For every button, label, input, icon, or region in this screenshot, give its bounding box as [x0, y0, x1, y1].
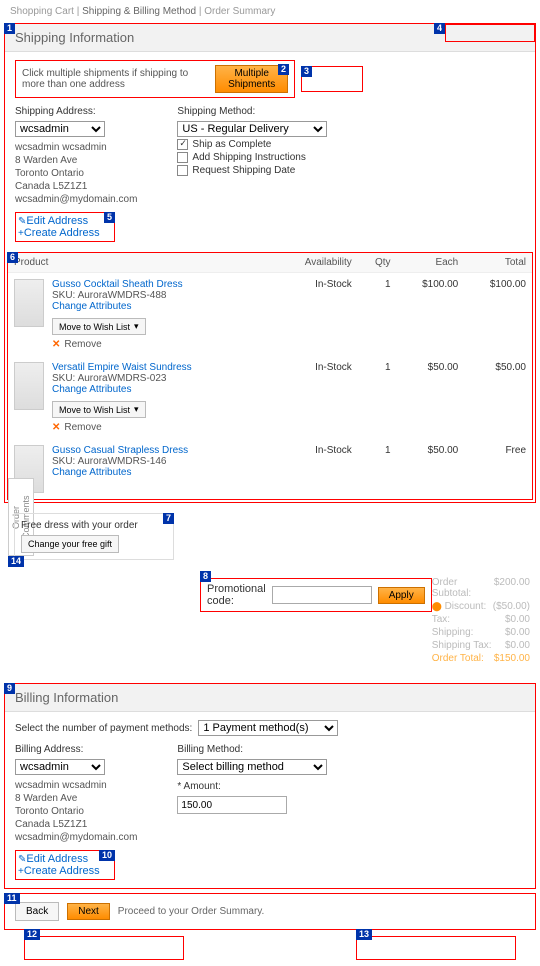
move-wishlist-button[interactable]: Move to Wish List▾ [52, 318, 146, 335]
shipping-address-text: wcsadmin wcsadmin 8 Warden Ave Toronto O… [15, 141, 137, 206]
crumb-shipping[interactable]: Shipping & Billing Method [82, 6, 196, 17]
shipping-method-select[interactable]: US - Regular Delivery [177, 121, 327, 137]
marker-12: 12 [24, 929, 40, 940]
product-list: 6 Product Availability Qty Each Total Gu… [7, 252, 533, 500]
empty-box-13: 13 [356, 936, 516, 960]
marker-4: 4 [434, 23, 445, 34]
product-thumb [14, 362, 44, 410]
remove-icon: ✕ [52, 339, 60, 350]
ship-address-links: 5 ✎ Edit Address + Create Address [15, 212, 115, 242]
empty-box-12: 12 [24, 936, 184, 960]
shipping-method-col: Shipping Method: US - Regular Delivery S… [177, 106, 327, 206]
marker-8: 8 [200, 571, 211, 582]
marker-14: 14 [8, 556, 24, 567]
remove-link[interactable]: ✕Remove [52, 422, 192, 433]
apply-promo-button[interactable]: Apply [378, 587, 425, 604]
shipping-section: 1 Shipping Information 4 Click multiple … [4, 23, 536, 503]
discount-icon: ⬤ [432, 601, 442, 611]
create-billing-address-link[interactable]: Create Address [24, 865, 100, 877]
change-attributes-link[interactable]: Change Attributes [52, 467, 132, 478]
billing-method-col: Billing Method: Select billing method * … [177, 744, 327, 844]
next-button[interactable]: Next [67, 903, 110, 920]
table-row: Gusso Cocktail Sheath Dress SKU: AuroraW… [8, 273, 532, 357]
marker-11: 11 [4, 893, 20, 904]
billing-title: Billing Information [5, 684, 535, 712]
shipping-address-select[interactable]: wcsadmin [15, 121, 105, 137]
marker-5: 5 [104, 212, 115, 223]
proceed-text: Proceed to your Order Summary. [118, 906, 265, 917]
move-wishlist-button[interactable]: Move to Wish List▾ [52, 401, 146, 418]
shipping-title: Shipping Information 4 [5, 24, 535, 52]
multi-ship-hint: Click multiple shipments if shipping to … [15, 60, 295, 98]
billing-address-text: wcsadmin wcsadmin 8 Warden Ave Toronto O… [15, 779, 137, 844]
marker-9: 9 [4, 683, 15, 694]
edit-billing-address-link[interactable]: Edit Address [26, 853, 88, 865]
edit-address-link[interactable]: Edit Address [26, 215, 88, 227]
nav-row: 11 Back Next Proceed to your Order Summa… [4, 893, 536, 930]
promo-code-input[interactable] [272, 586, 372, 604]
change-free-gift-button[interactable]: Change your free gift [21, 535, 119, 553]
ship-complete-checkbox[interactable] [177, 139, 188, 150]
billing-section: 9 Billing Information Select the number … [4, 683, 536, 889]
empty-box-3: 3 [301, 66, 363, 92]
change-attributes-link[interactable]: Change Attributes [52, 301, 132, 312]
add-instructions-checkbox[interactable] [177, 152, 188, 163]
request-date-checkbox[interactable] [177, 165, 188, 176]
marker-1: 1 [4, 23, 15, 34]
breadcrumb: Shopping Cart | Shipping & Billing Metho… [0, 0, 540, 23]
marker-2: 2 [278, 64, 289, 75]
billing-address-col: Billing Address: wcsadmin wcsadmin wcsad… [15, 744, 137, 844]
chevron-down-icon: ▾ [134, 404, 139, 415]
marker-3: 3 [301, 66, 312, 77]
marker-10: 10 [99, 850, 115, 861]
product-thumb [14, 279, 44, 327]
crumb-cart[interactable]: Shopping Cart [10, 6, 74, 17]
create-address-link[interactable]: Create Address [24, 227, 100, 239]
product-name-link[interactable]: Versatil Empire Waist Sundress [52, 362, 192, 373]
product-name-link[interactable]: Gusso Casual Strapless Dress [52, 445, 188, 456]
payment-count-select[interactable]: 1 Payment method(s) [198, 720, 338, 736]
free-gift-box: 7 Free dress with your order Change your… [14, 513, 174, 560]
crumb-summary[interactable]: Order Summary [204, 6, 275, 17]
marker-7: 7 [163, 513, 174, 524]
shipping-address-col: Shipping Address: wcsadmin wcsadmin wcsa… [15, 106, 137, 206]
remove-link[interactable]: ✕Remove [52, 339, 183, 350]
billing-method-select[interactable]: Select billing method [177, 759, 327, 775]
bill-address-links: 10 ✎ Edit Address + Create Address [15, 850, 115, 880]
marker-6: 6 [7, 252, 18, 263]
marker-13: 13 [356, 929, 372, 940]
pencil-icon: ✎ [18, 854, 26, 865]
table-row: Gusso Casual Strapless Dress SKU: Aurora… [8, 439, 532, 499]
promo-code-row: 8 Promotional code: Apply [200, 578, 432, 612]
back-button[interactable]: Back [15, 902, 59, 921]
chevron-down-icon: ▾ [134, 321, 139, 332]
order-totals: Order Subtotal:$200.00 ⬤ Discount:($50.0… [432, 576, 530, 665]
billing-address-select[interactable]: wcsadmin [15, 759, 105, 775]
remove-icon: ✕ [52, 422, 60, 433]
amount-input[interactable] [177, 796, 287, 814]
change-attributes-link[interactable]: Change Attributes [52, 384, 132, 395]
product-name-link[interactable]: Gusso Cocktail Sheath Dress [52, 279, 183, 290]
table-row: Versatil Empire Waist Sundress SKU: Auro… [8, 356, 532, 439]
